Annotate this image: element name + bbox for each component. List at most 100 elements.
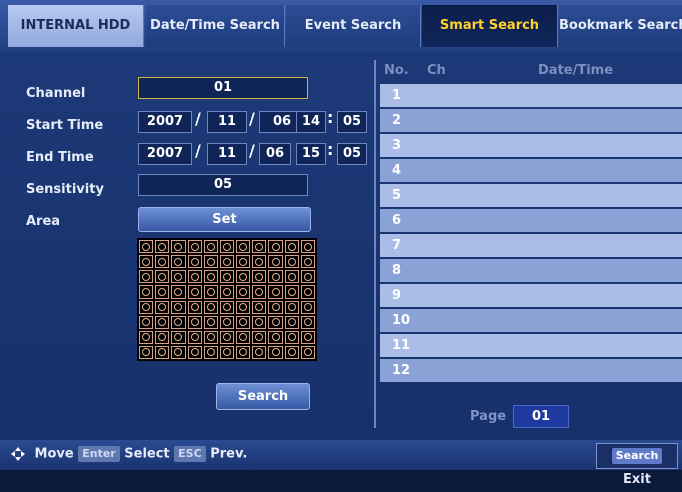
channel-field[interactable]: 01 (138, 77, 308, 99)
table-row[interactable]: 1 (380, 84, 682, 107)
area-cell[interactable] (236, 345, 251, 359)
area-cell[interactable] (171, 330, 186, 344)
table-row[interactable]: 11 (380, 334, 682, 357)
area-cell[interactable] (252, 285, 267, 299)
area-cell[interactable] (268, 270, 283, 284)
area-cell[interactable] (284, 300, 299, 314)
area-cell[interactable] (300, 345, 315, 359)
area-cell[interactable] (155, 345, 170, 359)
end-hour-field[interactable]: 15 (296, 143, 326, 165)
area-cell[interactable] (300, 330, 315, 344)
area-cell[interactable] (284, 330, 299, 344)
end-minute-field[interactable]: 05 (337, 143, 367, 165)
area-cell[interactable] (284, 240, 299, 254)
area-cell[interactable] (236, 330, 251, 344)
end-year-field[interactable]: 2007 (138, 143, 192, 165)
area-cell[interactable] (203, 240, 218, 254)
table-row[interactable]: 8 (380, 259, 682, 282)
table-row[interactable]: 12 (380, 359, 682, 382)
area-cell[interactable] (139, 330, 154, 344)
area-cell[interactable] (236, 255, 251, 269)
area-cell[interactable] (139, 285, 154, 299)
area-cell[interactable] (187, 330, 202, 344)
tab-internal-hdd[interactable]: INTERNAL HDD (8, 5, 144, 47)
area-cell[interactable] (155, 240, 170, 254)
area-cell[interactable] (300, 300, 315, 314)
area-cell[interactable] (219, 285, 235, 299)
area-set-button[interactable]: Set (138, 207, 311, 232)
area-cell[interactable] (171, 300, 186, 314)
area-cell[interactable] (139, 255, 154, 269)
area-cell[interactable] (219, 270, 235, 284)
table-row[interactable]: 2 (380, 109, 682, 132)
table-row[interactable]: 10 (380, 309, 682, 332)
table-row[interactable]: 6 (380, 209, 682, 232)
area-cell[interactable] (219, 315, 235, 329)
motion-area-grid[interactable] (137, 238, 317, 361)
area-cell[interactable] (171, 240, 186, 254)
end-month-field[interactable]: 11 (207, 143, 247, 165)
area-cell[interactable] (300, 270, 315, 284)
area-cell[interactable] (252, 270, 267, 284)
area-cell[interactable] (300, 240, 315, 254)
area-cell[interactable] (284, 315, 299, 329)
area-cell[interactable] (139, 240, 154, 254)
area-cell[interactable] (268, 300, 283, 314)
area-cell[interactable] (284, 285, 299, 299)
area-cell[interactable] (252, 330, 267, 344)
area-cell[interactable] (268, 255, 283, 269)
sensitivity-field[interactable]: 05 (138, 174, 308, 196)
area-cell[interactable] (284, 255, 299, 269)
exit-button[interactable]: Search Exit (596, 443, 678, 487)
table-row[interactable]: 7 (380, 234, 682, 257)
area-cell[interactable] (171, 270, 186, 284)
area-cell[interactable] (219, 330, 235, 344)
area-cell[interactable] (187, 315, 202, 329)
area-cell[interactable] (252, 255, 267, 269)
area-cell[interactable] (187, 285, 202, 299)
area-cell[interactable] (187, 240, 202, 254)
table-row[interactable]: 9 (380, 284, 682, 307)
area-cell[interactable] (300, 315, 315, 329)
area-cell[interactable] (236, 315, 251, 329)
area-cell[interactable] (284, 345, 299, 359)
tab-bookmark-search[interactable]: Bookmark Search (559, 5, 682, 47)
start-year-field[interactable]: 2007 (138, 111, 192, 133)
area-cell[interactable] (203, 330, 218, 344)
area-cell[interactable] (155, 300, 170, 314)
area-cell[interactable] (203, 270, 218, 284)
area-cell[interactable] (252, 315, 267, 329)
area-cell[interactable] (219, 240, 235, 254)
start-hour-field[interactable]: 14 (296, 111, 326, 133)
search-button[interactable]: Search (216, 383, 310, 410)
area-cell[interactable] (268, 285, 283, 299)
area-cell[interactable] (300, 285, 315, 299)
tab-smart-search[interactable]: Smart Search (422, 5, 558, 47)
area-cell[interactable] (236, 300, 251, 314)
area-cell[interactable] (171, 285, 186, 299)
area-cell[interactable] (187, 270, 202, 284)
table-row[interactable]: 4 (380, 159, 682, 182)
area-cell[interactable] (203, 285, 218, 299)
area-cell[interactable] (139, 345, 154, 359)
area-cell[interactable] (268, 345, 283, 359)
table-row[interactable]: 5 (380, 184, 682, 207)
area-cell[interactable] (284, 270, 299, 284)
area-cell[interactable] (268, 330, 283, 344)
area-cell[interactable] (155, 270, 170, 284)
area-cell[interactable] (236, 240, 251, 254)
area-cell[interactable] (155, 255, 170, 269)
area-cell[interactable] (203, 315, 218, 329)
area-cell[interactable] (219, 255, 235, 269)
area-cell[interactable] (139, 270, 154, 284)
area-cell[interactable] (171, 315, 186, 329)
start-minute-field[interactable]: 05 (337, 111, 367, 133)
area-cell[interactable] (139, 300, 154, 314)
area-cell[interactable] (236, 285, 251, 299)
area-cell[interactable] (171, 255, 186, 269)
start-month-field[interactable]: 11 (207, 111, 247, 133)
area-cell[interactable] (300, 255, 315, 269)
area-cell[interactable] (252, 300, 267, 314)
tab-event-search[interactable]: Event Search (286, 5, 421, 47)
area-cell[interactable] (155, 330, 170, 344)
